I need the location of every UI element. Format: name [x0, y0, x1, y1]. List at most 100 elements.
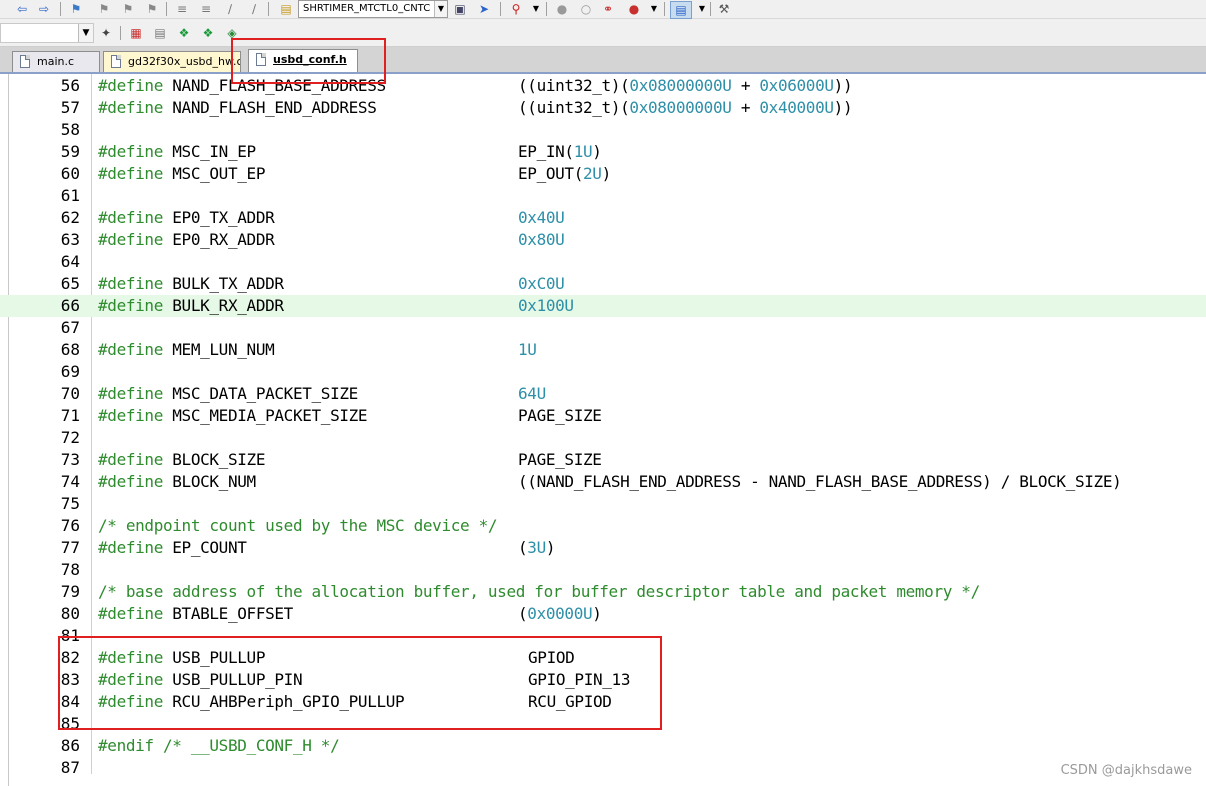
code-line[interactable]: 75: [0, 493, 1206, 515]
line-number: 61: [60, 186, 80, 205]
chevron-down-icon[interactable]: ▼: [528, 1, 544, 17]
chevron-down-icon[interactable]: ▼: [434, 1, 447, 17]
build-icon[interactable]: ❖: [176, 25, 192, 41]
macro-value: 0xC0U: [518, 274, 565, 293]
code-line[interactable]: 60 #define MSC_OUT_EP EP_OUT(2U): [0, 163, 1206, 185]
outdent-icon[interactable]: ≡: [198, 1, 214, 17]
line-number: 76: [60, 516, 80, 535]
chevron-down-icon[interactable]: ▼: [694, 1, 710, 17]
settings-wrench-icon[interactable]: ⚒: [716, 1, 732, 17]
magic-wand-icon[interactable]: ✦: [98, 25, 114, 41]
macro-name: BULK_TX_ADDR: [162, 274, 284, 293]
code-line[interactable]: 57 #define NAND_FLASH_END_ADDRESS ((uint32…: [0, 97, 1206, 119]
search-icon[interactable]: ⚲: [508, 1, 524, 17]
tab-main-c[interactable]: main.c: [12, 51, 100, 72]
code-line[interactable]: 65 #define BULK_TX_ADDR 0xC0U: [0, 273, 1206, 295]
code-text: /* endpoint count used by the MSC device…: [98, 515, 498, 537]
find-in-files-icon[interactable]: ▤: [278, 1, 294, 17]
code-line[interactable]: 80 #define BTABLE_OFFSET (0x0000U): [0, 603, 1206, 625]
code-line[interactable]: 79 /* base address of the allocation buff…: [0, 581, 1206, 603]
code-line[interactable]: 77 #define EP_COUNT (3U): [0, 537, 1206, 559]
preprocessor-keyword: #define: [98, 164, 163, 183]
macro-value: 0x80U: [518, 230, 565, 249]
preprocessor-keyword: #define: [98, 450, 163, 469]
line-number: 58: [60, 120, 80, 139]
window-icon[interactable]: ▤: [670, 1, 692, 19]
download-icon[interactable]: ▤: [152, 25, 168, 41]
bookmark-icon[interactable]: ⚑: [68, 1, 84, 17]
enable-breakpoint-icon[interactable]: ⚭: [600, 1, 616, 17]
target-combo[interactable]: ▼: [0, 23, 94, 43]
toolbar-separator: [120, 26, 121, 40]
bookmark-next-icon[interactable]: ⚑: [120, 1, 136, 17]
forward-arrow-icon[interactable]: ⇨: [36, 1, 52, 17]
back-arrow-icon[interactable]: ⇦: [14, 1, 30, 17]
toolbar-separator: [546, 2, 547, 16]
code-line[interactable]: 63 #define EP0_RX_ADDR 0x80U: [0, 229, 1206, 251]
code-line[interactable]: 70 #define MSC_DATA_PACKET_SIZE 64U: [0, 383, 1206, 405]
code-line[interactable]: 74 #define BLOCK_NUM ((NAND_FLASH_END_ADDR…: [0, 471, 1206, 493]
macro-value: 0x40U: [518, 208, 565, 227]
toolbar-separator: [166, 2, 167, 16]
function-combo[interactable]: SHRTIMER_MTCTL0_CNTC ▼: [298, 0, 448, 18]
code-line[interactable]: 69: [0, 361, 1206, 383]
preprocessor-keyword: #define: [98, 142, 163, 161]
breakpoint-icon[interactable]: ●: [554, 1, 570, 17]
code-line[interactable]: 61: [0, 185, 1206, 207]
code-line[interactable]: 56 #define NAND_FLASH_BASE_ADDRESS ((uint3…: [0, 75, 1206, 97]
chevron-down-icon[interactable]: ▼: [78, 24, 93, 42]
line-number: 69: [60, 362, 80, 381]
code-line[interactable]: 68 #define MEM_LUN_NUM 1U: [0, 339, 1206, 361]
macro-name: BULK_RX_ADDR: [162, 296, 284, 315]
macro-value: PAGE_SIZE: [518, 450, 602, 469]
bookmark-prev-icon[interactable]: ⚑: [96, 1, 112, 17]
code-line[interactable]: 66 #define BULK_RX_ADDR 0x100U: [0, 295, 1206, 317]
uncomment-icon[interactable]: ∕: [246, 1, 262, 17]
macro-name: BLOCK_SIZE: [162, 450, 266, 469]
code-line[interactable]: 64: [0, 251, 1206, 273]
preprocessor-keyword: #define: [98, 604, 163, 623]
macro-name: MSC_OUT_EP: [162, 164, 266, 183]
file-tab-bar: main.c gd32f30x_usbd_hw.c usbd_conf.h: [0, 47, 1206, 74]
code-line[interactable]: 73 #define BLOCK_SIZE PAGE_SIZE: [0, 449, 1206, 471]
rebuild-icon[interactable]: ❖: [200, 25, 216, 41]
debug-session-icon[interactable]: ▣: [452, 1, 468, 17]
macro-name: MSC_IN_EP: [162, 142, 256, 161]
macro-name: MEM_LUN_NUM: [162, 340, 275, 359]
code-line[interactable]: 72: [0, 427, 1206, 449]
insert-breakpoint-icon[interactable]: ○: [578, 1, 594, 17]
preprocessor-keyword: #define: [98, 76, 163, 95]
code-line[interactable]: 58: [0, 119, 1206, 141]
code-line[interactable]: 67: [0, 317, 1206, 339]
macro-value: PAGE_SIZE: [518, 406, 602, 425]
code-line[interactable]: 78: [0, 559, 1206, 581]
macro-value: 64U: [518, 384, 546, 403]
line-number: 60: [60, 164, 80, 183]
line-number: 77: [60, 538, 80, 557]
line-number: 70: [60, 384, 80, 403]
chevron-down-icon[interactable]: ▼: [646, 1, 662, 17]
toolbar-row-1: ⇦ ⇨ ⚑ ⚑ ⚑ ⚑ ≡ ≡ ∕ ∕ ▤ SHRTIMER_MTCTL0_CN…: [0, 0, 1206, 19]
code-line[interactable]: 86 #endif /* __USBD_CONF_H */: [0, 735, 1206, 757]
code-line[interactable]: 62 #define EP0_TX_ADDR 0x40U: [0, 207, 1206, 229]
bookmark-clear-icon[interactable]: ⚑: [144, 1, 160, 17]
comment-icon[interactable]: ∕: [222, 1, 238, 17]
code-line[interactable]: 71 #define MSC_MEDIA_PACKET_SIZE PAGE_SIZE: [0, 405, 1206, 427]
code-line[interactable]: 87: [0, 757, 1206, 779]
tab-gd32f30x-usbd-hw-c[interactable]: gd32f30x_usbd_hw.c: [103, 51, 241, 72]
line-number: 78: [60, 560, 80, 579]
load-icon[interactable]: ▦: [128, 25, 144, 41]
line-number: 68: [60, 340, 80, 359]
code-line[interactable]: 59 #define MSC_IN_EP EP_IN(1U): [0, 141, 1206, 163]
macro-name: BTABLE_OFFSET: [162, 604, 293, 623]
macro-value: 1U: [518, 340, 537, 359]
code-line[interactable]: 76 /* endpoint count used by the MSC devi…: [0, 515, 1206, 537]
clear-breakpoints-icon[interactable]: ●: [626, 1, 642, 17]
run-icon[interactable]: ➤: [476, 1, 492, 17]
toolbar-separator: [664, 2, 665, 16]
code-text: #define EP_COUNT: [98, 537, 247, 559]
tab-label: main.c: [37, 55, 75, 68]
code-text: #define MSC_OUT_EP: [98, 163, 265, 185]
indent-icon[interactable]: ≡: [174, 1, 190, 17]
line-number: 65: [60, 274, 80, 293]
